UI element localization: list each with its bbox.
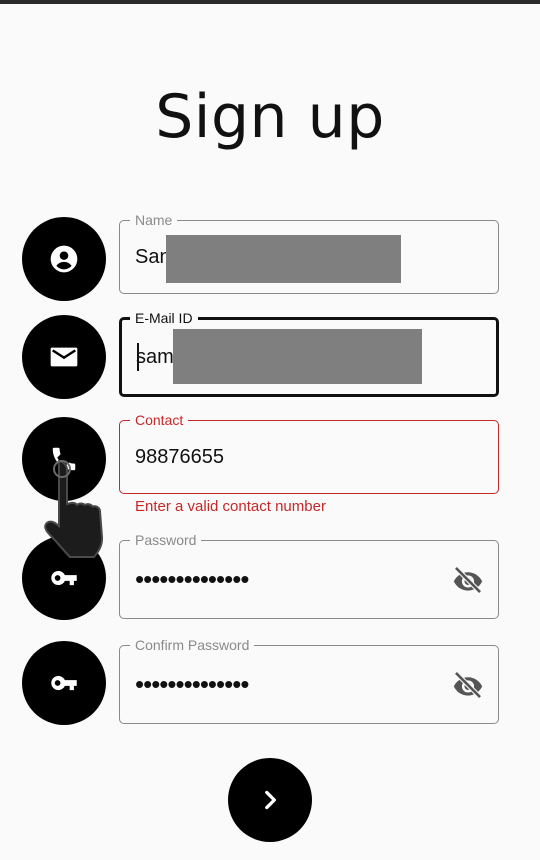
key-icon — [51, 675, 77, 691]
mail-icon — [50, 347, 78, 367]
password-icon-circle — [22, 536, 106, 620]
email-value: sam — [136, 345, 174, 368]
text-cursor — [137, 343, 139, 371]
toggle-password-visibility-button[interactable] — [450, 562, 486, 598]
redaction-block — [173, 329, 422, 384]
eye-off-icon — [453, 565, 483, 594]
password-field[interactable]: Password •••••••••••••• — [119, 530, 499, 619]
toggle-confirm-password-visibility-button[interactable] — [450, 667, 486, 703]
key-icon — [51, 570, 77, 586]
eye-off-icon — [453, 670, 483, 699]
signup-screen: Sign up Name San E-Mail ID sam Contact 9… — [0, 0, 540, 860]
phone-icon — [52, 447, 76, 471]
email-icon-circle — [22, 315, 106, 399]
confirm-password-value: •••••••••••••• — [135, 669, 249, 699]
confirm-password-icon-circle — [22, 641, 106, 725]
name-icon-circle — [22, 217, 106, 301]
redaction-block — [166, 235, 401, 283]
password-value: •••••••••••••• — [135, 564, 249, 594]
contact-error-message: Enter a valid contact number — [135, 498, 326, 515]
contact-value: 98876655 — [135, 445, 224, 468]
contact-icon-circle — [22, 417, 106, 501]
chevron-right-icon — [265, 790, 276, 810]
page-title: Sign up — [155, 82, 385, 152]
account-circle-icon — [50, 245, 78, 273]
contact-field[interactable]: Contact 98876655 — [119, 410, 499, 494]
next-button[interactable] — [228, 758, 312, 842]
status-bar — [0, 0, 540, 4]
confirm-password-field[interactable]: Confirm Password •••••••••••••• — [119, 635, 499, 724]
